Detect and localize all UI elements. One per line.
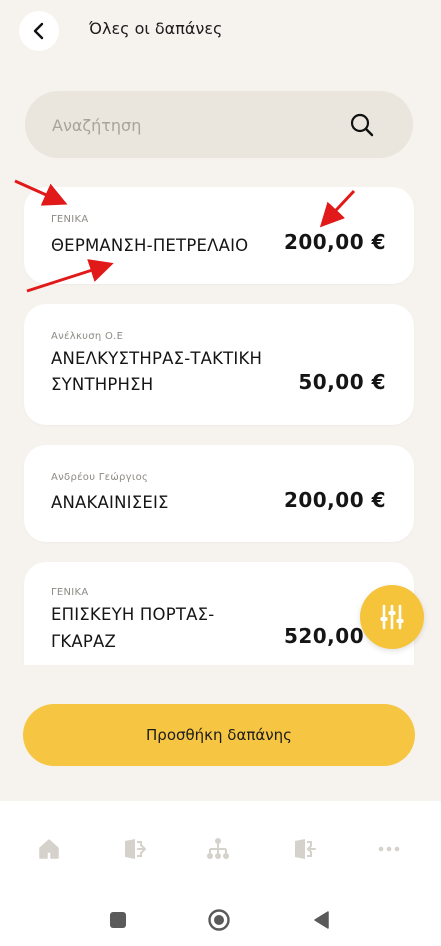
recent-apps-button[interactable]	[106, 908, 130, 932]
expense-category: Ανδρέου Γεώργιος	[51, 472, 149, 483]
expense-category: ΓΕΝΙΚΑ	[51, 587, 89, 598]
action-area: Προσθήκη δαπάνης	[0, 665, 441, 801]
expense-category: Ανέλκυση Ο.Ε	[51, 331, 124, 342]
door-exit-icon	[295, 839, 316, 859]
sliders-icon	[380, 604, 404, 630]
nav-more[interactable]	[377, 837, 401, 861]
expense-amount: 200,00 €	[283, 230, 386, 254]
expense-card[interactable]: ΓΕΝΙΚΑ ΕΠΙΣΚΕΥΗ ΠΟΡΤΑΣ- ΓΚΑΡΑΖ 520,00 €	[24, 562, 414, 665]
nav-expenses[interactable]	[122, 837, 147, 861]
system-navigation-bar	[0, 898, 441, 946]
back-system-button[interactable]	[309, 908, 333, 932]
expense-description-line-2: ΣΥΝΤΗΡΗΣΗ	[51, 375, 154, 394]
expense-card[interactable]: Ανέλκυση Ο.Ε ΑΝΕΛΚΥΣΤΗΡΑΣ-ΤΑΚΤΙΚΗ ΣΥΝΤΗΡ…	[24, 304, 414, 425]
expense-amount: 200,00 €	[283, 488, 386, 512]
nav-home[interactable]	[37, 837, 61, 861]
expense-description: ΕΠΙΣΚΕΥΗ ΠΟΡΤΑΣ-	[51, 605, 215, 624]
home-system-button[interactable]	[207, 908, 231, 932]
nav-payments[interactable]	[292, 837, 316, 861]
hierarchy-icon	[207, 838, 229, 859]
expense-description-line-2: ΓΚΑΡΑΖ	[51, 632, 117, 651]
expense-card[interactable]: ΓΕΝΙΚΑ ΘΕΡΜΑΝΣΗ-ΠΕΤΡΕΛΑΙΟ 200,00 €	[24, 187, 414, 284]
home-icon	[39, 839, 59, 859]
bottom-navigation	[0, 801, 441, 898]
triangle-back-icon	[314, 911, 329, 929]
expense-list: ΓΕΝΙΚΑ ΘΕΡΜΑΝΣΗ-ΠΕΤΡΕΛΑΙΟ 200,00 € Ανέλκ…	[0, 0, 441, 665]
nav-structure[interactable]	[206, 837, 230, 861]
expense-description: ΘΕΡΜΑΝΣΗ-ΠΕΤΡΕΛΑΙΟ	[51, 236, 249, 255]
expense-amount: 50,00 €	[298, 370, 386, 394]
door-exit-icon	[125, 839, 147, 859]
more-icon	[378, 846, 400, 852]
expense-category: ΓΕΝΙΚΑ	[51, 214, 89, 225]
square-icon	[110, 912, 126, 928]
filter-button[interactable]	[360, 585, 424, 649]
expense-card[interactable]: Ανδρέου Γεώργιος ΑΝΑΚΑΙΝΙΣΕΙΣ 200,00 €	[24, 445, 414, 542]
circle-home-icon	[208, 909, 230, 931]
expense-description: ΑΝΑΚΑΙΝΙΣΕΙΣ	[51, 493, 169, 512]
add-expense-button[interactable]: Προσθήκη δαπάνης	[23, 704, 415, 766]
